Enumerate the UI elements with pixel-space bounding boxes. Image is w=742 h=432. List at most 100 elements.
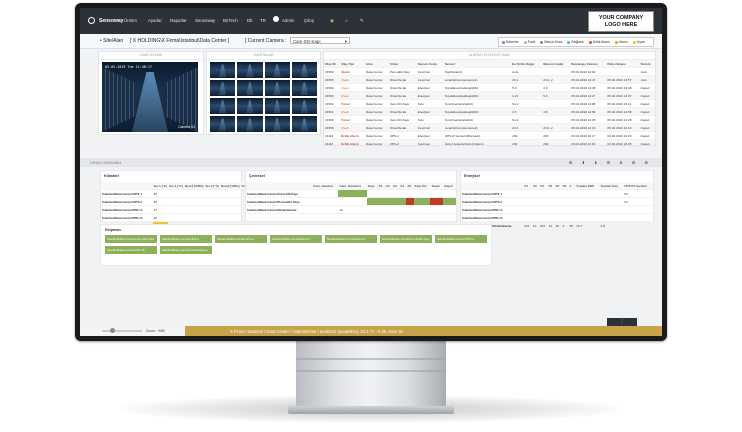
equipment-item[interactable]: İstanbul\Data Center\PDU A bbox=[435, 235, 487, 243]
pin-icon[interactable]: ✎ bbox=[360, 18, 364, 24]
equipment-item[interactable]: İstanbul\Data Center\UPS-2 bbox=[215, 235, 267, 243]
table-cell bbox=[338, 197, 367, 206]
legend-item: Pasif bbox=[523, 40, 535, 44]
table-cell: 10.7 bbox=[575, 221, 600, 230]
table-row[interactable]: 21562 Haberi Data Center Cam-SO-Kapı Sınır Sı… bbox=[324, 99, 655, 108]
nav-item-britech[interactable]: BriTech bbox=[223, 18, 238, 23]
table-row[interactable]: 21559 Uyarı Data Center OrtamSıcak Çevrimel s… bbox=[324, 123, 655, 132]
alarm-table-header[interactable]: Sensör Kodu bbox=[416, 60, 444, 68]
more-menu-button[interactable]: ⋮ bbox=[607, 318, 637, 326]
nav-item-uretim[interactable]: Üretim bbox=[124, 18, 137, 23]
table-cell: 3.3 bbox=[511, 107, 543, 116]
globe-icon[interactable]: ◉ bbox=[330, 18, 334, 24]
table-cell: 05.02.2019 13:27 bbox=[570, 91, 607, 100]
equipment-item[interactable]: İstanbul\Data Center\Pomodiki Oluş bbox=[380, 235, 432, 243]
alarm-table-header[interactable]: Cihaz bbox=[388, 60, 417, 68]
multi-camera-panel-title: HARİTALAR bbox=[207, 52, 320, 60]
legend-dot-icon bbox=[567, 40, 571, 44]
table-cell: UPS-R Sensorü(Bunyanı) bbox=[443, 131, 512, 140]
equipment-item[interactable]: İstanbul\Data Center\Klima 1 bbox=[270, 235, 322, 243]
nav-item-sensoway[interactable]: Sensoway bbox=[195, 18, 215, 23]
table-row[interactable]: İstanbul\Data Center\UPS-1 93 bbox=[461, 189, 653, 198]
equipment-item[interactable]: İstanbul\Data Center\OrtamIzleme bbox=[160, 246, 212, 254]
energy-table: V1 V2 V3 P1 P2 P3 F Toplam kWh Toplam Güç UPS P1 … bbox=[461, 182, 653, 230]
table_left-header: Nem1 [%RH] bbox=[183, 182, 205, 190]
alarm-table: Olay ID Olay Tipi Alan Cihaz Sensör Kodu Sens… bbox=[324, 60, 655, 145]
alarm-table-header[interactable]: En Kritik Değer bbox=[511, 60, 543, 68]
table_right-header: V3 bbox=[538, 182, 548, 190]
alarm-table-header[interactable]: Başlangıç Zamanı bbox=[570, 60, 607, 68]
table-cell: Kapalı bbox=[639, 91, 655, 100]
table-cell: 21566 bbox=[324, 67, 341, 76]
zoom-slider-handle[interactable] bbox=[110, 328, 115, 333]
table-cell: Cam-SO-Kapı bbox=[388, 115, 417, 124]
nav-item-language[interactable]: TR bbox=[260, 18, 266, 23]
user-name[interactable]: Admin bbox=[282, 18, 294, 23]
table-cell bbox=[575, 205, 600, 214]
site-label[interactable]: • Site/Alan bbox=[100, 38, 123, 44]
table-cell: 4 bbox=[561, 221, 569, 230]
table-cell: 05.02.2019 12:28 bbox=[606, 115, 640, 124]
table-row[interactable]: İstanbul\Data Center\OrtamIzleme 12 bbox=[246, 205, 456, 214]
alarm-table-header[interactable]: Mevcut Aralık bbox=[542, 60, 571, 68]
table-cell: Sınır(Gerisinartebilc) bbox=[443, 99, 512, 108]
table-cell bbox=[542, 99, 571, 108]
table-cell: 10 bbox=[531, 221, 539, 230]
camera-feed[interactable]: 03-05-2019 Tue 11:48:17 Camera 01 bbox=[102, 62, 198, 132]
table-cell bbox=[538, 213, 548, 222]
alarm-table-header[interactable]: Sensör bbox=[443, 60, 512, 68]
equipment-item[interactable]: İstanbul\Data Center\Klima 2 bbox=[325, 235, 377, 243]
table-row[interactable]: İstanbul\Data Center\PDU A bbox=[461, 205, 653, 214]
nav-item-ayarlar[interactable]: Ayarlar bbox=[148, 18, 162, 23]
zoom-slider-track[interactable] bbox=[102, 330, 142, 332]
table-cell: 5.3 bbox=[542, 91, 571, 100]
nav-item-db[interactable]: Db bbox=[247, 18, 253, 23]
table-cell bbox=[542, 67, 571, 76]
camera-select[interactable]: Cam-SO-Kapı ▾ bbox=[290, 37, 350, 44]
toolbar-icons[interactable]: ⚙ ⬇ ⬇ ⚙ ⬇ ⚙ ⚙ bbox=[569, 160, 652, 165]
table-row[interactable]: 21565 Uyarı Data Center OrtamSıcak Çevrimel s… bbox=[324, 75, 655, 84]
alarm-table-header[interactable]: Olay ID bbox=[324, 60, 341, 68]
table-row[interactable]: 21564 Uyarı Data Center OrtamSıcak Enerjisel… bbox=[324, 83, 655, 92]
table-cell: 1.21 bbox=[511, 91, 543, 100]
row-label: İstanbul\Data Center\UPS-2 bbox=[461, 197, 524, 206]
table-cell bbox=[377, 189, 385, 198]
footer-message: X Firma \ Istanbul \ Data Center \ Ortam… bbox=[230, 328, 403, 334]
table-cell bbox=[391, 205, 400, 214]
table-row[interactable]: İstanbul\Data Center\Pomodiki Oluş bbox=[246, 197, 456, 206]
table-cell: 39 bbox=[152, 197, 169, 206]
alarm-table-header[interactable]: Bitiş Zamanı bbox=[606, 60, 640, 68]
table-row[interactable]: 21563 Uyarı Data Center OrtamSıcak Enerjisel… bbox=[324, 91, 655, 100]
equipment-item[interactable]: İstanbul\Data Center\PDU B bbox=[105, 246, 157, 254]
equipment-item[interactable]: İstanbul\Data Center\UPS-1 bbox=[160, 235, 212, 243]
table-row[interactable]: 21566 Alarm Data Center Pomodiki Oluş Çevrim… bbox=[324, 67, 655, 76]
table-row[interactable]: 21560 Haberi Data Center Cam-SO-Kapı Sınır Sı… bbox=[324, 115, 655, 124]
table-cell: Çevrimel bbox=[416, 75, 444, 84]
table-row[interactable]: İstanbul\Data Center\Cam-SO-Kapı bbox=[246, 189, 456, 198]
alarm-table-header[interactable]: Alan bbox=[364, 60, 389, 68]
alarm-table-header[interactable]: Durum bbox=[639, 60, 655, 68]
table-cell bbox=[599, 213, 624, 222]
table-row[interactable]: 21561 Uyarı Data Center OrtamSıcak Enerjisel… bbox=[324, 107, 655, 116]
table-cell bbox=[377, 205, 385, 214]
camera-grid[interactable] bbox=[210, 62, 317, 132]
logout-link[interactable]: Çıkış bbox=[304, 18, 314, 23]
table-row[interactable]: İstanbul\Data Center\PDU B bbox=[461, 213, 653, 222]
table-cell: 4.8 bbox=[599, 221, 624, 230]
legend-dot-icon bbox=[615, 40, 619, 44]
camera-timestamp: 03-05-2019 Tue 11:48:17 bbox=[105, 65, 152, 69]
equipment-item[interactable]: İstanbul\Data Center\Cam-SO-Kapı bbox=[105, 235, 157, 243]
status-footer: Zoom : %80 X Firma \ Istanbul \ Data Cen… bbox=[80, 318, 662, 336]
nav-item-raporlar[interactable]: Raporlar bbox=[170, 18, 187, 23]
table-row[interactable]: İstanbul\Data Center\UPS-2 94 bbox=[461, 197, 653, 206]
table-cell: 05.02.2019 13:11 bbox=[606, 99, 640, 108]
brand-label: Sensoway bbox=[99, 17, 124, 24]
table-cell bbox=[219, 213, 241, 222]
table-row[interactable]: 21114 Kritik Alarm Data Center UPS-2 Enerjis… bbox=[324, 131, 655, 140]
table-cell bbox=[413, 197, 431, 206]
alarm-table-header[interactable]: Olay Tipi bbox=[340, 60, 365, 68]
brand[interactable]: Sensoway bbox=[88, 17, 123, 24]
table-cell bbox=[531, 213, 539, 222]
home-icon[interactable]: ⌂ bbox=[345, 18, 348, 23]
table-row[interactable]: 21113 Kritik Alarm Data Center UPS-2 Çevrime… bbox=[324, 139, 655, 145]
